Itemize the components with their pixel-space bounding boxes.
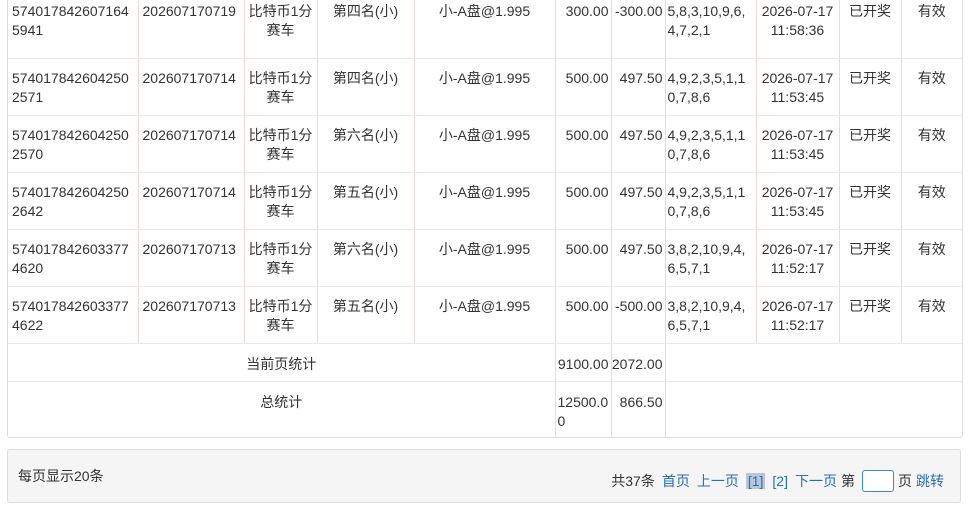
total-summary-row: 总统计 12500.00 866.50 <box>8 381 962 437</box>
validity: 有效 <box>917 241 946 257</box>
validity: 有效 <box>917 3 946 19</box>
play-type: 第六名(小) <box>332 127 399 143</box>
total-summary-label: 总统计 <box>260 394 303 410</box>
table-row: 5740178426033774622 202607170713 比特币1分赛车 第五… <box>8 286 962 344</box>
bet-amount: 500.00 <box>565 298 609 314</box>
bet-amount: 500.00 <box>565 127 609 143</box>
order-number: 5740178426042502570 <box>12 127 129 162</box>
page-summary-amount: 9100.00 <box>557 356 609 372</box>
odds: 小-A盘@1.995 <box>438 70 531 86</box>
draw-status: 已开奖 <box>849 241 891 257</box>
page-1-link[interactable]: [1] <box>745 473 766 489</box>
bet-amount: 500.00 <box>565 70 609 86</box>
draw-numbers: 5,8,3,10,9,6,4,7,2,1 <box>667 3 746 38</box>
total-summary-result: 866.50 <box>619 394 663 410</box>
game-name: 比特币1分赛车 <box>248 184 313 219</box>
next-page-link[interactable]: 下一页 <box>795 471 837 491</box>
win-loss: 497.50 <box>619 127 663 143</box>
goto-suffix: 页 <box>898 473 912 489</box>
odds: 小-A盘@1.995 <box>438 3 531 19</box>
issue-number: 202607170714 <box>142 184 236 200</box>
validity: 有效 <box>917 298 946 314</box>
win-loss: 497.50 <box>619 184 663 200</box>
odds: 小-A盘@1.995 <box>438 184 531 200</box>
game-name: 比特币1分赛车 <box>248 3 313 38</box>
order-number: 5740178426042502571 <box>12 70 129 105</box>
table-row: 5740178426042502642 202607170714 比特币1分赛车 第五… <box>8 172 962 230</box>
goto-prefix: 第 <box>841 473 855 489</box>
bet-amount: 500.00 <box>565 241 609 257</box>
table-row: 5740178426033774620 202607170713 比特币1分赛车 第六… <box>8 229 962 287</box>
odds: 小-A盘@1.995 <box>438 298 531 314</box>
win-loss: 497.50 <box>619 70 663 86</box>
game-name: 比特币1分赛车 <box>248 241 313 276</box>
pagination-controls: 共37条 首页 上一页 [1] [2] 下一页 第 页 跳转 <box>611 470 944 492</box>
prev-page-link[interactable]: 上一页 <box>697 471 739 491</box>
draw-status: 已开奖 <box>849 298 891 314</box>
draw-numbers: 3,8,2,10,9,4,6,5,7,1 <box>667 298 746 333</box>
game-name: 比特币1分赛车 <box>248 127 313 162</box>
order-number: 5740178426033774620 <box>12 241 129 276</box>
first-page-link[interactable]: 首页 <box>662 471 690 491</box>
play-type: 第四名(小) <box>332 70 399 86</box>
bet-amount: 300.00 <box>565 3 609 19</box>
draw-status: 已开奖 <box>849 70 891 86</box>
total-count: 共37条 <box>611 473 655 489</box>
order-number: 5740178426033774622 <box>12 298 129 333</box>
page-summary-label: 当前页统计 <box>246 356 317 372</box>
page-summary-result: 2072.00 <box>611 356 663 372</box>
order-number: 5740178426042502642 <box>12 184 129 219</box>
jump-button[interactable]: 跳转 <box>916 471 944 491</box>
bet-time: 2026-07-17 11:53:45 <box>761 184 834 219</box>
issue-number: 202607170713 <box>142 241 236 257</box>
play-type: 第五名(小) <box>332 298 399 314</box>
bet-time: 2026-07-17 11:52:17 <box>761 298 834 333</box>
page-summary-row: 当前页统计 9100.00 2072.00 <box>8 343 962 382</box>
validity: 有效 <box>917 184 946 200</box>
draw-status: 已开奖 <box>849 184 891 200</box>
summary-body: 当前页统计 9100.00 2072.00 总统计 12500.00 866.5… <box>8 343 962 437</box>
page-2-link[interactable]: [2] <box>772 473 788 489</box>
game-name: 比特币1分赛车 <box>248 298 313 333</box>
draw-numbers: 4,9,2,3,5,1,10,7,8,6 <box>667 184 746 219</box>
odds: 小-A盘@1.995 <box>438 127 531 143</box>
win-loss: 497.50 <box>619 241 663 257</box>
bet-time: 2026-07-17 11:53:45 <box>761 127 834 162</box>
draw-numbers: 4,9,2,3,5,1,10,7,8,6 <box>667 70 746 105</box>
play-type: 第五名(小) <box>332 184 399 200</box>
goto-page-input[interactable] <box>862 470 894 492</box>
draw-status: 已开奖 <box>849 3 891 19</box>
draw-status: 已开奖 <box>849 127 891 143</box>
win-loss: -500.00 <box>615 298 663 314</box>
issue-number: 202607170719 <box>142 3 236 19</box>
play-type: 第四名(小) <box>332 3 399 19</box>
play-type: 第六名(小) <box>332 241 399 257</box>
issue-number: 202607170714 <box>142 127 236 143</box>
table-row: 5740178426071645941 202607170719 比特币1分赛车 第四… <box>8 0 962 59</box>
bet-time: 2026-07-17 11:52:17 <box>761 241 834 276</box>
validity: 有效 <box>917 70 946 86</box>
win-loss: -300.00 <box>615 3 663 19</box>
bet-time: 2026-07-17 11:58:36 <box>761 3 834 38</box>
table-row: 5740178426042502571 202607170714 比特币1分赛车 第四… <box>8 58 962 116</box>
total-summary-amount: 12500.00 <box>557 394 609 429</box>
bet-amount: 500.00 <box>565 184 609 200</box>
bet-records-table: 5740178426071645941 202607170719 比特币1分赛车 第四… <box>7 0 963 438</box>
draw-numbers: 3,8,2,10,9,4,6,5,7,1 <box>667 241 746 276</box>
records-body: 5740178426071645941 202607170719 比特币1分赛车 第四… <box>8 0 962 344</box>
table-row: 5740178426042502570 202607170714 比特币1分赛车 第六… <box>8 115 962 173</box>
game-name: 比特币1分赛车 <box>248 70 313 105</box>
odds: 小-A盘@1.995 <box>438 241 531 257</box>
order-number: 5740178426071645941 <box>12 3 129 38</box>
issue-number: 202607170713 <box>142 298 236 314</box>
records-table: 5740178426071645941 202607170719 比特币1分赛车 第四… <box>8 0 962 437</box>
pagination-bar: 每页显示20条 共37条 首页 上一页 [1] [2] 下一页 第 页 跳转 <box>7 449 961 503</box>
page-size-text: 每页显示20条 <box>18 468 104 484</box>
draw-numbers: 4,9,2,3,5,1,10,7,8,6 <box>667 127 746 162</box>
bet-time: 2026-07-17 11:53:45 <box>761 70 834 105</box>
validity: 有效 <box>917 127 946 143</box>
issue-number: 202607170714 <box>142 70 236 86</box>
